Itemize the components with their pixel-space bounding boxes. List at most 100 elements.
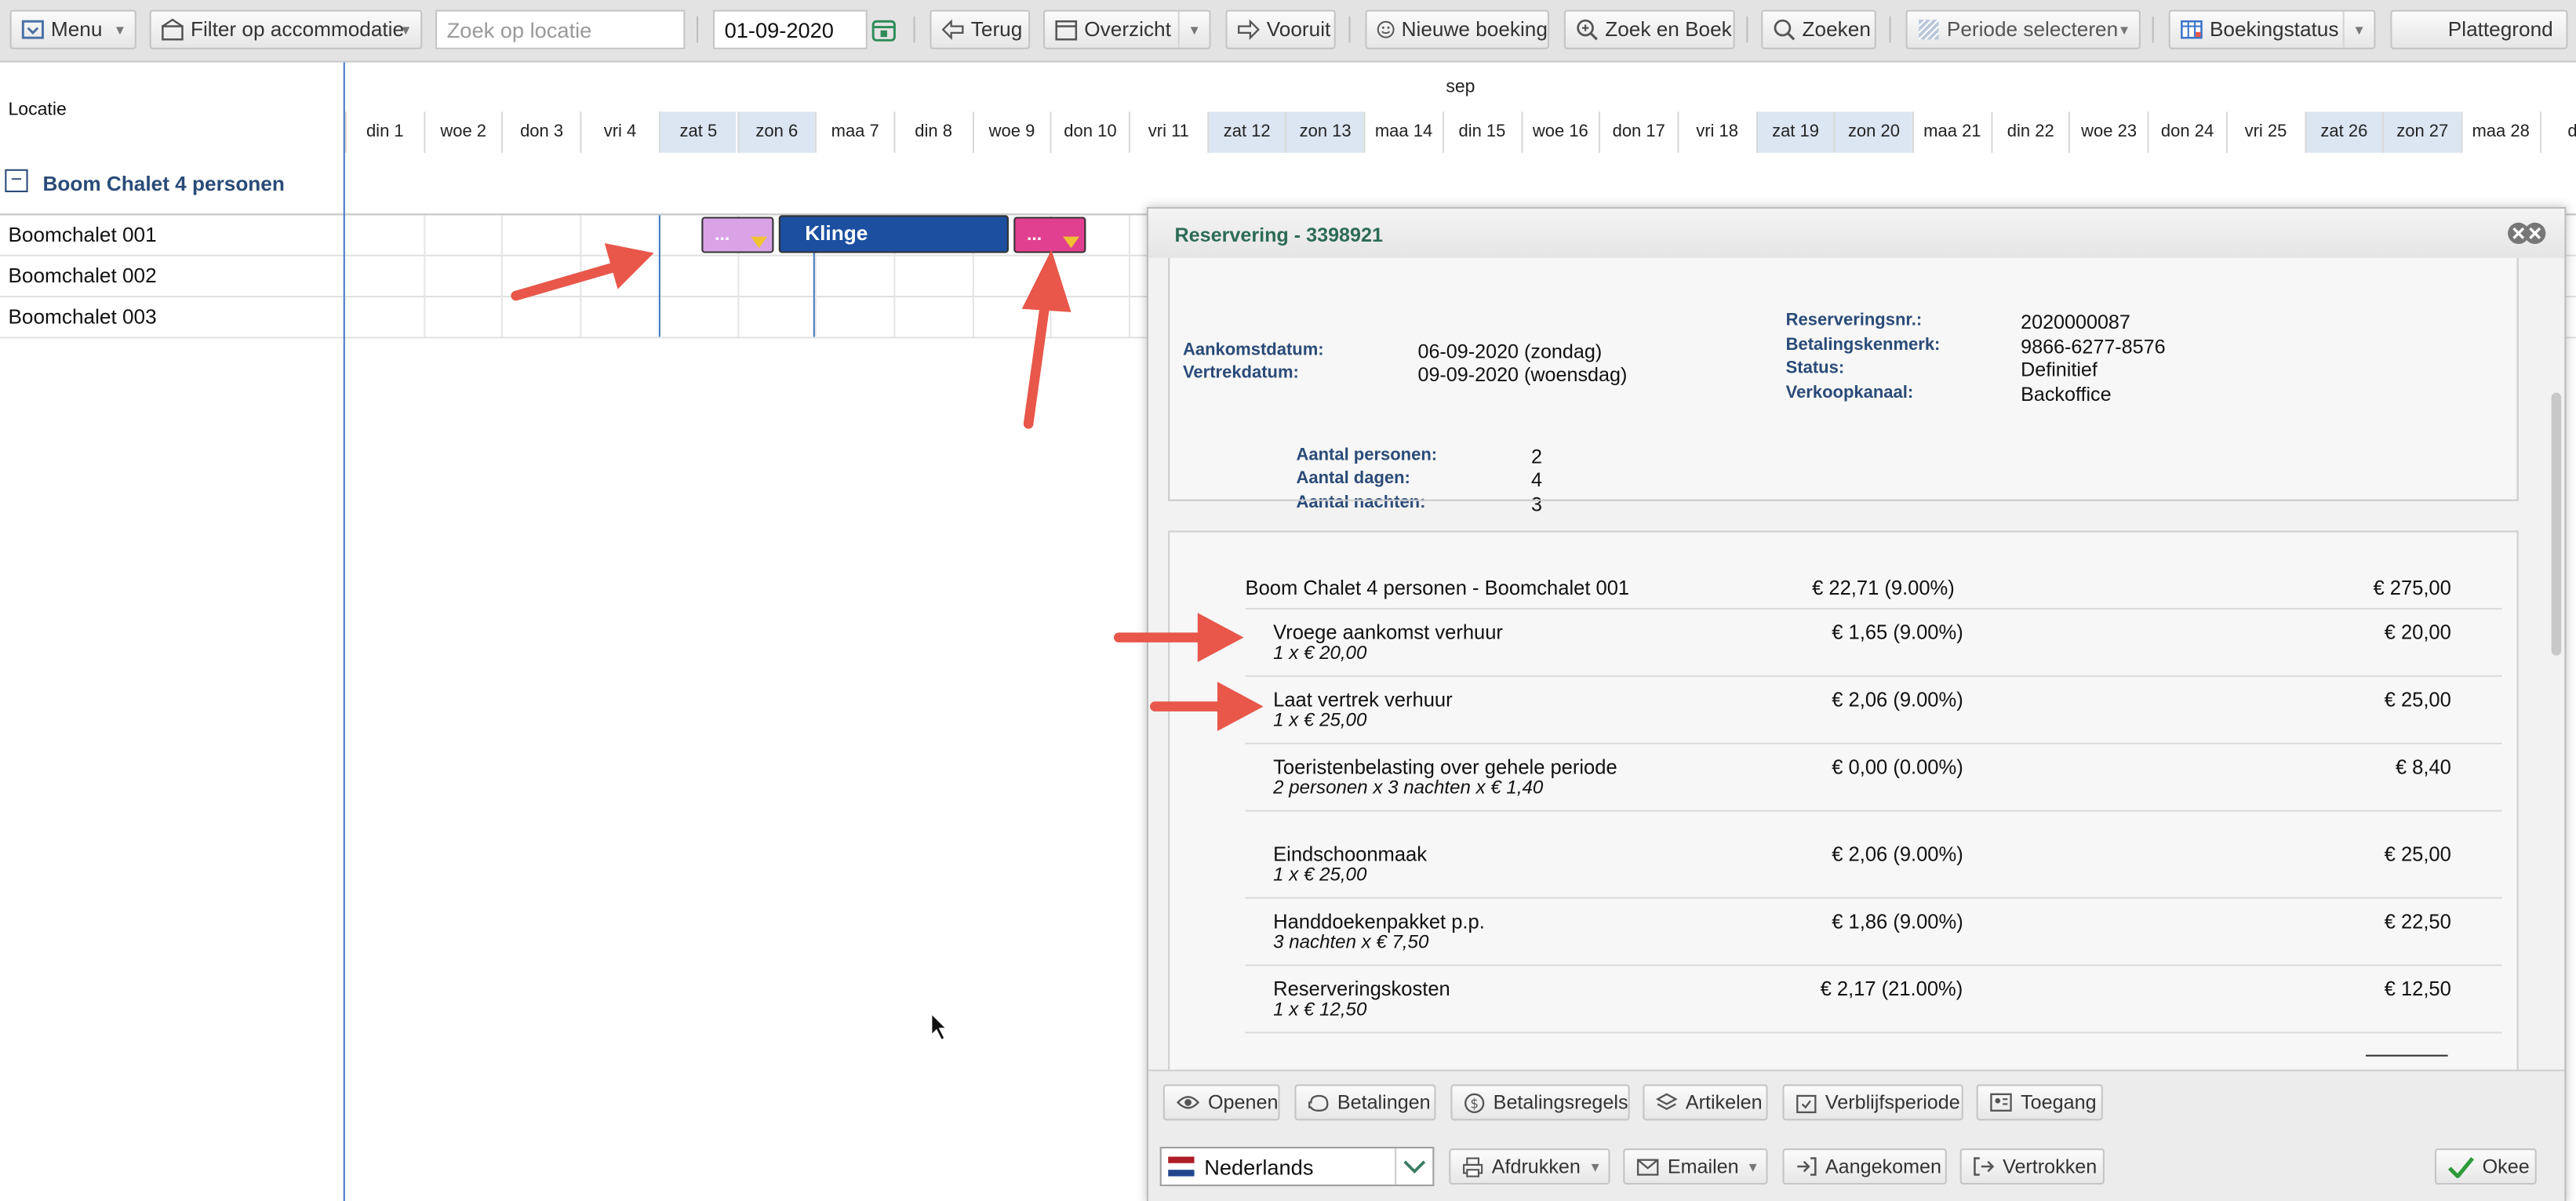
day-header[interactable]: din xyxy=(2539,111,2576,153)
day-header[interactable]: zat 5 xyxy=(658,111,737,153)
day-header[interactable]: din 15 xyxy=(1442,111,1521,153)
booking-label: Klinge xyxy=(805,221,868,246)
back-button[interactable]: Terug xyxy=(930,9,1031,49)
dialog-titlebar: Reservering - 3398921 xyxy=(1148,208,2565,258)
day-header[interactable]: maa 7 xyxy=(815,111,894,153)
line-amount: € 20,00 xyxy=(2384,621,2451,645)
arrived-button[interactable]: Aangekomen xyxy=(1782,1148,1947,1185)
line-detail: 1 x € 20,00 xyxy=(1273,644,1367,664)
booking-early-arrival[interactable]: ... xyxy=(701,217,774,253)
ok-button[interactable]: Okee xyxy=(2434,1148,2537,1185)
menu-button[interactable]: Menu ▼ xyxy=(9,9,136,49)
day-header[interactable]: zon 27 xyxy=(2382,111,2461,153)
line-vat: € 1,65 (9.00%) xyxy=(1832,621,1963,645)
day-header[interactable]: zat 12 xyxy=(1206,111,1286,153)
search-book-button[interactable]: Zoek en Boek xyxy=(1563,9,1735,49)
main-line-amount: € 275,00 xyxy=(2373,577,2451,600)
close-icon[interactable] xyxy=(2505,220,2548,247)
line-name: Toeristenbelasting over gehele periode xyxy=(1273,755,1617,779)
line-amount: € 12,50 xyxy=(2384,977,2451,1001)
floor-plan-button[interactable]: Plattegrond xyxy=(2390,9,2568,49)
dialog-title: Reservering - 3398921 xyxy=(1174,223,1383,247)
toolbar-divider xyxy=(1889,16,1891,43)
line-name: Laat vertrek verhuur xyxy=(1273,688,1453,712)
payments-button[interactable]: Betalingen xyxy=(1294,1084,1436,1121)
booking-status-label: Boekingstatus xyxy=(2209,18,2339,42)
location-header-label: Locatie xyxy=(8,100,67,120)
annotation-arrow-icon xyxy=(1021,249,1072,429)
accommodation-name: Boomchalet 001 xyxy=(8,223,157,247)
day-header[interactable]: vri 25 xyxy=(2225,111,2305,153)
stay-period-label: Verblijfsperiode xyxy=(1825,1090,1960,1115)
search-button[interactable]: Zoeken xyxy=(1761,9,1876,49)
day-header[interactable]: vri 18 xyxy=(1677,111,1756,153)
dialog-scrollbar[interactable] xyxy=(2551,392,2562,656)
accommodation-name: Boomchalet 002 xyxy=(8,264,157,288)
day-header[interactable]: zat 26 xyxy=(2304,111,2383,153)
access-button[interactable]: Toegang xyxy=(1976,1084,2103,1121)
departed-button[interactable]: Vertrokken xyxy=(1959,1148,2105,1185)
toolbar: Menu ▼ Filter op accommodatie ▼ Zoek op … xyxy=(0,0,2576,63)
language-select[interactable]: Nederlands xyxy=(1159,1146,1435,1187)
calendar-icon[interactable] xyxy=(871,16,897,43)
divider xyxy=(1245,964,2502,966)
day-header[interactable]: don 10 xyxy=(1050,111,1129,153)
chevron-down-icon: ▼ xyxy=(1746,1159,1760,1174)
departed-label: Vertrokken xyxy=(2003,1155,2098,1178)
collapse-icon[interactable]: − xyxy=(5,169,28,193)
open-button[interactable]: Openen xyxy=(1162,1084,1280,1121)
panel-border xyxy=(1168,257,2519,501)
day-header[interactable]: din 1 xyxy=(344,111,424,153)
annotation-arrow-icon xyxy=(1150,682,1264,732)
email-button[interactable]: Emailen ▼ xyxy=(1623,1148,1768,1185)
annotation-arrow-icon xyxy=(511,242,654,301)
day-header[interactable]: zon 20 xyxy=(1833,111,1912,153)
period-pattern-icon xyxy=(1918,19,1940,41)
group-row[interactable]: − Boom Chalet 4 personen xyxy=(0,153,2576,216)
day-header[interactable]: woe 2 xyxy=(423,111,502,153)
day-header[interactable]: don 17 xyxy=(1599,111,1678,153)
day-header[interactable]: don 3 xyxy=(501,111,580,153)
forward-button[interactable]: Vooruit xyxy=(1225,9,1336,49)
day-header[interactable]: din 8 xyxy=(893,111,973,153)
line-name: Handdoekenpakket p.p. xyxy=(1273,910,1485,934)
location-search-input[interactable]: Zoek op locatie xyxy=(435,9,686,49)
overview-button[interactable]: Overzicht ▼ xyxy=(1042,9,1211,49)
day-header[interactable]: maa 28 xyxy=(2461,111,2540,153)
day-header[interactable]: zon 6 xyxy=(737,111,816,153)
booking-status-button[interactable]: Boekingstatus ▼ xyxy=(2168,9,2376,49)
day-header[interactable]: woe 23 xyxy=(2068,111,2148,153)
print-button[interactable]: Afdrukken ▼ xyxy=(1449,1148,1610,1185)
day-header[interactable]: vri 4 xyxy=(580,111,659,153)
chevron-down-icon: ▼ xyxy=(399,22,413,38)
day-header[interactable]: maa 14 xyxy=(1363,111,1443,153)
chevron-down-icon: ▼ xyxy=(1177,11,1210,48)
day-header[interactable]: woe 9 xyxy=(972,111,1050,153)
date-input[interactable]: 01-09-2020 xyxy=(712,9,868,49)
filter-accommodation-button[interactable]: Filter op accommodatie ▼ xyxy=(149,9,423,49)
day-header[interactable]: vri 11 xyxy=(1128,111,1207,153)
chevron-down-icon: ▼ xyxy=(1588,1159,1602,1174)
total-underline xyxy=(2365,1054,2448,1057)
ok-label: Okee xyxy=(2482,1155,2530,1178)
articles-button[interactable]: Artikelen xyxy=(1643,1084,1768,1121)
chevron-down-icon: ▼ xyxy=(113,22,127,38)
day-header[interactable]: woe 16 xyxy=(1520,111,1599,153)
new-booking-button[interactable]: Nieuwe boeking xyxy=(1365,9,1550,49)
day-header[interactable]: don 24 xyxy=(2147,111,2226,153)
grid-column-line xyxy=(1128,215,1130,337)
coin-icon: $ xyxy=(1464,1092,1485,1112)
day-header[interactable]: zat 19 xyxy=(1756,111,1834,153)
table-icon xyxy=(2181,20,2203,39)
building-icon xyxy=(162,18,184,41)
booking-klinge[interactable]: Klinge xyxy=(778,215,1009,253)
day-header[interactable]: din 22 xyxy=(1990,111,2069,153)
stay-period-button[interactable]: Verblijfsperiode xyxy=(1782,1084,1963,1121)
search-plus-icon xyxy=(1577,19,1598,41)
divider xyxy=(1245,810,2502,812)
day-header[interactable]: zon 13 xyxy=(1285,111,1364,153)
id-card-icon xyxy=(1990,1093,2012,1112)
day-header[interactable]: maa 21 xyxy=(1912,111,1991,153)
payment-rules-button[interactable]: $ Betalingsregels xyxy=(1450,1084,1630,1121)
select-period-button[interactable]: Periode selecteren ▼ xyxy=(1905,9,2141,49)
